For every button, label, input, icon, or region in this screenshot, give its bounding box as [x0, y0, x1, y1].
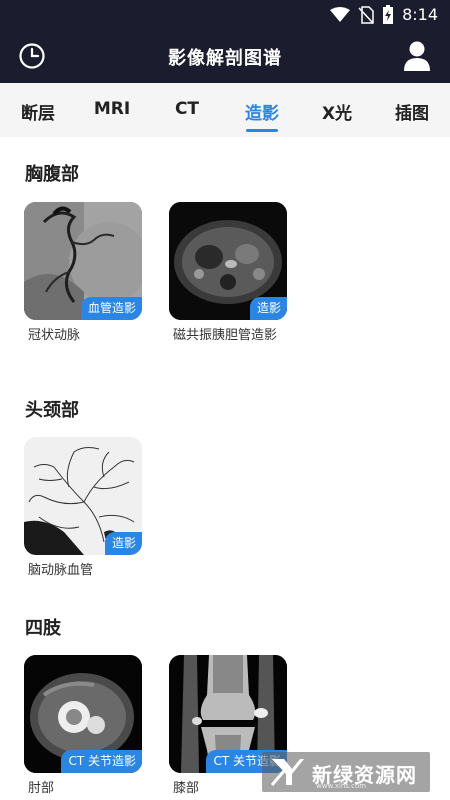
card-mrcp[interactable]: 造影 磁共振胰胆管造影	[169, 202, 287, 344]
page-title: 影像解剖图谱	[168, 48, 282, 69]
card-cerebral-artery[interactable]: 造影 脑动脉血管	[24, 437, 142, 579]
elbow-ct-image: CT 关节造影	[24, 655, 142, 773]
watermark-url: www.xlhs.com	[316, 782, 367, 790]
section-title-limbs: 四肢	[25, 618, 61, 639]
card-caption: 磁共振胰胆管造影	[173, 328, 278, 343]
tab-xray[interactable]: X光	[307, 99, 367, 124]
tab-mri[interactable]: MRI	[82, 99, 142, 119]
card-caption: 冠状动脉	[28, 328, 81, 343]
wifi-icon	[330, 7, 351, 22]
card-caption: 脑动脉血管	[28, 563, 94, 578]
card-elbow[interactable]: CT 关节造影 肘部	[24, 655, 142, 797]
card-coronary-artery[interactable]: 血管造影 冠状动脉	[24, 202, 142, 344]
tab-sectional[interactable]: 断层	[8, 99, 68, 124]
active-tab-indicator	[246, 129, 278, 132]
mrcp-axial-image: 造影	[169, 202, 287, 320]
coronary-angiogram-image: 血管造影	[24, 202, 142, 320]
battery-charging-icon	[383, 5, 394, 24]
category-tabs: 断层 MRI CT 造影 X光 插图	[0, 83, 450, 137]
app-bar: 影像解剖图谱	[0, 30, 450, 83]
watermark: 新绿资源网 www.xlhs.com	[262, 752, 430, 792]
card-caption: 肘部	[28, 781, 55, 796]
tab-illustration[interactable]: 插图	[382, 99, 442, 124]
no-sim-icon	[358, 6, 374, 24]
watermark-logo-icon	[270, 759, 304, 786]
badge-contrast: 造影	[104, 532, 142, 555]
cerebral-angiogram-image: 造影	[24, 437, 142, 555]
section-title-chest-abdomen: 胸腹部	[25, 164, 79, 185]
section-title-head-neck: 头颈部	[25, 400, 79, 421]
tab-ct[interactable]: CT	[157, 99, 217, 119]
user-profile-icon[interactable]	[402, 40, 432, 72]
status-bar: 8:14	[0, 0, 450, 30]
badge-ct-arthrography: CT 关节造影	[61, 750, 142, 773]
badge-contrast: 造影	[249, 297, 287, 320]
status-time: 8:14	[402, 5, 438, 24]
badge-vascular-angiography: 血管造影	[80, 297, 142, 320]
tab-contrast[interactable]: 造影	[232, 99, 292, 124]
